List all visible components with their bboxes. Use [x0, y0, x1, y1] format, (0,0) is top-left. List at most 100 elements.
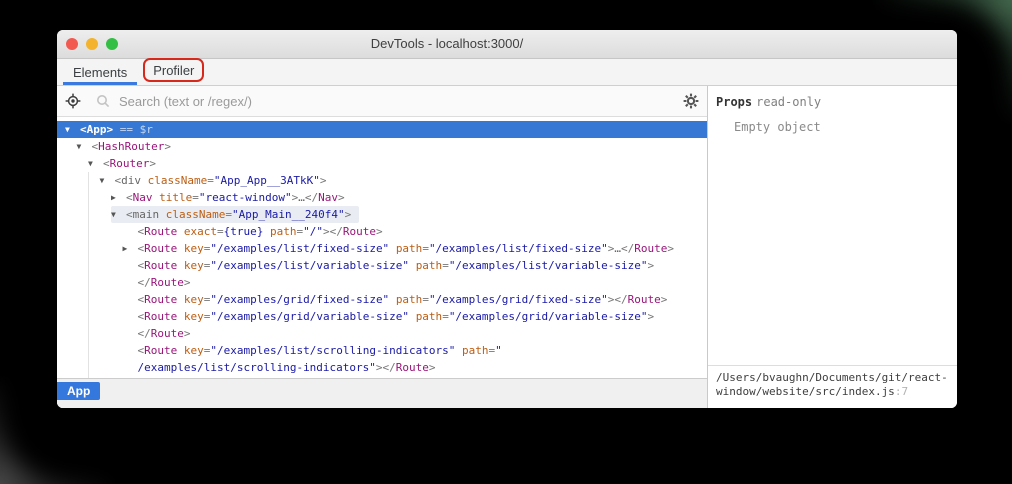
- code-segment: >: [376, 225, 383, 238]
- code-segment: "/examples/grid/variable-size": [210, 310, 409, 323]
- code-segment: <: [126, 191, 133, 204]
- tree-row[interactable]: ▼<HashRouter>: [57, 138, 707, 155]
- code-segment: path: [416, 259, 443, 272]
- search-bar: [57, 86, 707, 117]
- code-segment: Route: [144, 293, 177, 306]
- code-segment: Route: [151, 276, 184, 289]
- code-segment: /examples/list/scrolling-indicators": [138, 361, 376, 374]
- code-segment: </: [621, 242, 634, 255]
- devtools-window: DevTools - localhost:3000/ Elements Prof…: [57, 30, 957, 408]
- tree-row[interactable]: ▼<main className="App_Main__240f4">: [57, 206, 707, 223]
- code-segment: =: [442, 259, 449, 272]
- tree-row[interactable]: <Route key="/examples/grid/fixed-size" p…: [57, 291, 707, 308]
- code-segment: Route: [144, 310, 177, 323]
- code-segment: >: [667, 242, 674, 255]
- source-line-number: 7: [901, 385, 908, 398]
- code-segment: Route: [144, 259, 177, 272]
- code-segment: [159, 208, 166, 221]
- code-segment: ": [495, 344, 502, 357]
- expand-arrow-icon[interactable]: ▶: [123, 240, 138, 257]
- code-segment: >: [661, 293, 668, 306]
- search-input[interactable]: [117, 93, 677, 110]
- code-segment: Route: [144, 344, 177, 357]
- code-segment: >: [149, 157, 156, 170]
- minimize-button[interactable]: [86, 38, 98, 50]
- settings-gear-icon[interactable]: [683, 93, 699, 109]
- breadcrumb-app[interactable]: App: [57, 382, 100, 400]
- tree-row[interactable]: <Route key="/examples/list/scroll-to-ite…: [57, 376, 707, 378]
- tree-row[interactable]: </Route>: [57, 325, 707, 342]
- tree-row[interactable]: ▼<div className="App_App__3ATkK">: [57, 172, 707, 189]
- tab-elements[interactable]: Elements: [63, 59, 137, 85]
- close-button[interactable]: [66, 38, 78, 50]
- tab-elements-label: Elements: [73, 65, 127, 80]
- code-segment: =: [422, 242, 429, 255]
- traffic-lights: [66, 38, 118, 50]
- code-segment: "/examples/list/scrolling-indicators": [210, 344, 455, 357]
- main-content: ▼<App> == $r▼<HashRouter>▼<Router>▼<div …: [57, 86, 957, 408]
- code-segment: =: [207, 174, 214, 187]
- code-segment: Nav: [133, 191, 153, 204]
- code-segment: <: [103, 157, 110, 170]
- code-segment: "/examples/list/fixed-size": [429, 242, 608, 255]
- code-segment: [141, 174, 148, 187]
- tree-row[interactable]: <Route key="/examples/list/scrolling-ind…: [57, 342, 707, 359]
- code-segment: "/examples/grid/variable-size": [449, 310, 648, 323]
- tree-row[interactable]: <Route key="/examples/grid/variable-size…: [57, 308, 707, 325]
- inspect-element-icon[interactable]: [65, 93, 81, 109]
- tree-row[interactable]: ▼<Router>: [57, 155, 707, 172]
- collapse-arrow-icon[interactable]: ▼: [88, 155, 103, 172]
- code-segment: Route: [628, 293, 661, 306]
- tab-profiler[interactable]: Profiler: [143, 58, 204, 82]
- code-segment: "App_Main__240f4": [232, 208, 345, 221]
- props-empty-object: Empty object: [734, 120, 957, 134]
- code-segment: className: [148, 174, 208, 187]
- maximize-button[interactable]: [106, 38, 118, 50]
- code-segment: className: [166, 208, 226, 221]
- code-segment: Route: [151, 327, 184, 340]
- tree-row[interactable]: <Route key="/examples/list/variable-size…: [57, 257, 707, 274]
- tree-row[interactable]: ▼<App> == $r: [57, 121, 707, 138]
- source-path-line1: /Users/bvaughn/Documents/git/react-: [716, 371, 948, 384]
- code-segment: =: [192, 191, 199, 204]
- code-segment: </: [138, 327, 151, 340]
- code-segment: key: [184, 310, 204, 323]
- code-segment: >: [338, 191, 345, 204]
- tree-row[interactable]: ▶<Nav title="react-window">…</Nav>: [57, 189, 707, 206]
- search-icon: [95, 93, 111, 109]
- props-readonly-label: read-only: [756, 95, 821, 109]
- code-segment: >: [164, 140, 171, 153]
- code-segment: Router: [110, 157, 150, 170]
- source-path-line2: window/website/src/index.js: [716, 385, 895, 398]
- code-segment: [263, 225, 270, 238]
- collapse-arrow-icon[interactable]: ▼: [65, 121, 80, 138]
- code-segment: key: [184, 344, 204, 357]
- code-segment: key: [184, 242, 204, 255]
- code-segment: path: [416, 310, 443, 323]
- code-segment: Route: [396, 361, 429, 374]
- code-segment: "/examples/list/fixed-size": [210, 242, 389, 255]
- tree-row[interactable]: </Route>: [57, 274, 707, 291]
- collapse-arrow-icon[interactable]: ▼: [111, 206, 126, 223]
- code-segment: [389, 242, 396, 255]
- code-segment: Route: [343, 225, 376, 238]
- source-location[interactable]: /Users/bvaughn/Documents/git/react-windo…: [708, 365, 957, 408]
- code-segment: >: [648, 310, 655, 323]
- code-segment: path: [396, 293, 423, 306]
- code-segment: >: [184, 327, 191, 340]
- collapse-arrow-icon[interactable]: ▼: [100, 172, 115, 189]
- code-segment: >: [320, 174, 327, 187]
- code-segment: path: [462, 344, 489, 357]
- code-segment: title: [159, 191, 192, 204]
- expand-arrow-icon[interactable]: ▶: [111, 189, 126, 206]
- tree-row[interactable]: <Route exact={true} path="/"></Route>: [57, 223, 707, 240]
- tree-row[interactable]: ▶<Route key="/examples/list/fixed-size" …: [57, 240, 707, 257]
- code-segment: == $r: [113, 123, 153, 136]
- tree-row[interactable]: /examples/list/scrolling-indicators"></R…: [57, 359, 707, 376]
- code-segment: "/examples/list/variable-size": [449, 259, 648, 272]
- code-segment: <: [126, 208, 133, 221]
- props-header: Propsread-only: [716, 95, 957, 109]
- tab-bar: Elements Profiler: [57, 59, 957, 86]
- props-panel: Propsread-only Empty object: [708, 86, 957, 365]
- collapse-arrow-icon[interactable]: ▼: [77, 138, 92, 155]
